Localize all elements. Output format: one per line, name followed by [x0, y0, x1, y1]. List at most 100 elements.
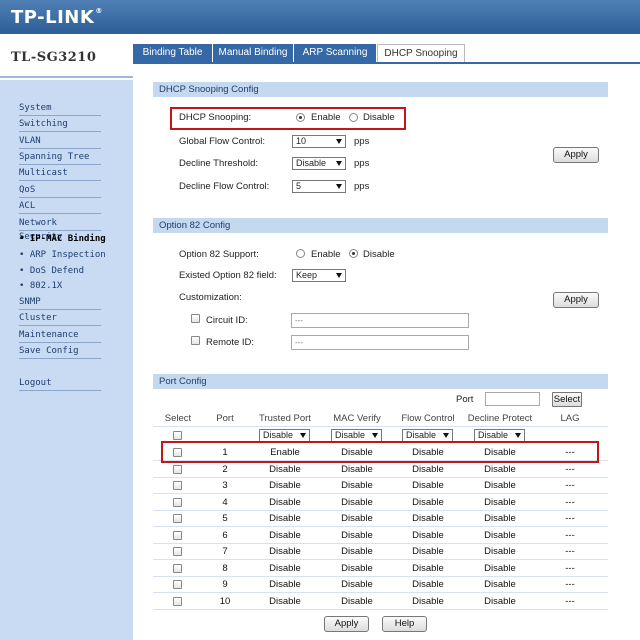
sidebar-item-acl[interactable]: ACL	[19, 199, 101, 214]
dhcp-apply-button[interactable]: Apply	[553, 147, 599, 163]
row-select-checkbox[interactable]	[173, 547, 182, 556]
cell-port: 9	[222, 579, 228, 590]
row-select-checkbox[interactable]	[173, 563, 182, 573]
option82-apply-button[interactable]: Apply	[553, 292, 599, 308]
cell-port: 5	[222, 513, 228, 524]
row-divider	[153, 476, 608, 478]
dhcp-snooping-enable-label: Enable	[311, 112, 341, 123]
option82-disable-radio[interactable]	[349, 249, 358, 258]
row-select-checkbox[interactable]	[173, 596, 182, 606]
help-button[interactable]: Help	[382, 616, 427, 632]
sidebar-item-snmp[interactable]: SNMP	[19, 295, 101, 310]
decline-threshold-value: Disable	[296, 158, 327, 168]
cell-decline: Disable	[484, 480, 516, 491]
tab-dhcp-snooping[interactable]: DHCP Snooping	[377, 44, 465, 62]
sidebar-item-save-config[interactable]: Save Config	[19, 344, 101, 359]
remote-id-checkbox[interactable]	[191, 336, 200, 345]
chevron-down-icon	[336, 273, 342, 278]
circuit-id-input[interactable]: ---	[291, 313, 469, 328]
cell-decline: Disable	[484, 579, 516, 590]
bulk-trusted-port-value: Disable	[263, 430, 294, 440]
row-divider	[153, 559, 608, 560]
sidebar-item-spanning-tree[interactable]: Spanning Tree	[19, 150, 101, 165]
tab-binding-table[interactable]: Binding Table	[133, 44, 212, 62]
cell-lag: ---	[565, 579, 575, 590]
sidebar-item-vlan[interactable]: VLAN	[19, 134, 101, 149]
sidebar-item-maintenance[interactable]: Maintenance	[19, 328, 101, 343]
option82-enable-radio[interactable]	[296, 249, 305, 258]
cell-trusted: Disable	[269, 480, 301, 491]
cell-lag: ---	[565, 480, 575, 491]
decline-threshold-select[interactable]: Disable	[292, 157, 346, 170]
sidebar: System Switching VLAN Spanning Tree Mult…	[0, 80, 133, 640]
decline-threshold-label: Decline Threshold:	[179, 158, 259, 169]
select-all-checkbox[interactable]	[173, 431, 182, 440]
row-divider	[153, 608, 608, 610]
dhcp-snooping-label: DHCP Snooping:	[179, 112, 252, 123]
cell-lag: ---	[565, 546, 575, 557]
cell-decline: Disable	[484, 496, 516, 508]
existed-option82-value: Keep	[296, 270, 318, 280]
dhcp-snooping-disable-radio[interactable]	[349, 113, 358, 122]
cell-lag: ---	[565, 562, 575, 574]
sidebar-item-system[interactable]: System	[19, 101, 101, 116]
tp-link-logo: TP-LINK®	[11, 7, 103, 28]
sidebar-item-multicast[interactable]: Multicast	[19, 166, 101, 181]
cell-mac: Disable	[341, 546, 373, 557]
row-select-checkbox[interactable]	[173, 580, 182, 589]
dhcp-snooping-enable-radio[interactable]	[296, 113, 305, 122]
cell-port: 8	[222, 562, 228, 574]
cell-trusted: Disable	[269, 595, 301, 607]
row-select-checkbox[interactable]	[173, 497, 182, 507]
option82-disable-label: Disable	[363, 249, 395, 260]
port-apply-button[interactable]: Apply	[324, 616, 369, 632]
option82-config-header: Option 82 Config	[153, 218, 608, 233]
port-config-header: Port Config	[153, 374, 608, 389]
cell-decline: Disable	[484, 595, 516, 607]
decline-flow-control-select[interactable]: 5	[292, 180, 346, 193]
sidebar-item-network-security[interactable]: Network Security	[19, 216, 101, 242]
row-divider	[153, 575, 608, 577]
row-select-checkbox[interactable]	[173, 481, 182, 490]
col-header-mac-verify: MAC Verify	[333, 413, 381, 424]
sidebar-item-switching[interactable]: Switching	[19, 117, 101, 132]
tab-manual-binding[interactable]: Manual Binding	[213, 44, 293, 62]
cell-mac: Disable	[341, 513, 373, 524]
sidebar-item-dos-defend[interactable]: • DoS Defend	[19, 264, 129, 279]
logo-text: TP-LINK	[11, 7, 95, 28]
dhcp-snooping-config-header: DHCP Snooping Config	[153, 82, 608, 97]
tab-arp-scanning[interactable]: ARP Scanning	[294, 44, 376, 62]
cell-port: 2	[222, 463, 228, 475]
port-select-button[interactable]: Select	[552, 392, 582, 407]
circuit-id-checkbox[interactable]	[191, 314, 200, 323]
row-select-checkbox[interactable]	[173, 464, 182, 474]
col-header-flow-control: Flow Control	[401, 413, 455, 424]
row-select-checkbox[interactable]	[173, 530, 182, 540]
sidebar-item-arp-inspection[interactable]: • ARP Inspection	[19, 248, 129, 263]
cell-trusted: Disable	[269, 529, 301, 541]
sidebar-item-ip-mac-binding[interactable]: • IP-MAC Binding	[19, 232, 131, 247]
existed-option82-select[interactable]: Keep	[292, 269, 346, 282]
sidebar-item-logout[interactable]: Logout	[19, 376, 101, 391]
cell-mac: Disable	[341, 595, 373, 607]
chevron-down-icon	[336, 139, 342, 144]
remote-id-input[interactable]: ---	[291, 335, 469, 350]
port-filter-input[interactable]	[485, 392, 540, 406]
port-filter-label: Port	[456, 394, 474, 405]
sidebar-item-cluster[interactable]: Cluster	[19, 311, 101, 326]
option82-support-label: Option 82 Support:	[179, 249, 259, 260]
global-flow-control-select[interactable]: 10	[292, 135, 346, 148]
row-divider	[153, 542, 608, 544]
row-select-checkbox[interactable]	[173, 514, 182, 523]
cell-trusted: Disable	[269, 562, 301, 574]
sidebar-item-8021x[interactable]: • 802.1X	[19, 279, 129, 294]
header-divider	[153, 426, 608, 427]
cell-port: 3	[222, 480, 228, 491]
remote-id-label: Remote ID:	[206, 337, 255, 348]
cell-mac: Disable	[341, 579, 373, 590]
cell-mac: Disable	[341, 496, 373, 508]
bulk-flow-control-value: Disable	[406, 430, 437, 440]
cell-flow: Disable	[412, 595, 444, 607]
sidebar-item-qos[interactable]: QoS	[19, 183, 101, 198]
col-header-trusted-port: Trusted Port	[259, 413, 311, 424]
